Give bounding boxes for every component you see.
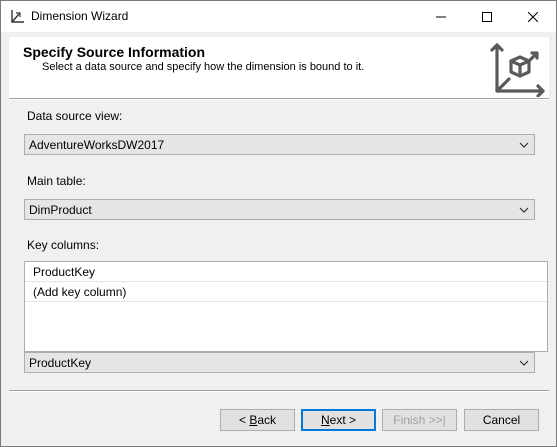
close-icon: [528, 11, 538, 22]
list-item[interactable]: (Add key column): [25, 282, 547, 302]
key-columns-list[interactable]: ProductKey (Add key column): [24, 261, 548, 352]
chevron-down-icon: [519, 142, 529, 148]
footer-separator: [9, 390, 549, 392]
close-button[interactable]: [510, 1, 556, 32]
cancel-button[interactable]: Cancel: [464, 409, 539, 431]
main-table-value: DimProduct: [29, 203, 92, 217]
minimize-icon: [436, 16, 446, 17]
next-button[interactable]: Next >: [301, 409, 376, 431]
back-button[interactable]: < Back: [220, 409, 295, 431]
minimize-button[interactable]: [418, 1, 464, 32]
key-column-value: ProductKey: [29, 356, 92, 370]
title-bar[interactable]: Dimension Wizard: [1, 1, 556, 32]
key-columns-label: Key columns:: [27, 238, 100, 252]
cube-axes-icon: [490, 43, 545, 97]
main-table-label: Main table:: [27, 174, 86, 188]
data-source-view-value: AdventureWorksDW2017: [29, 138, 165, 152]
page-subtitle: Select a data source and specify how the…: [42, 61, 365, 73]
wizard-header: Specify Source Information Select a data…: [9, 37, 549, 98]
finish-button[interactable]: Finish >>|: [382, 409, 457, 431]
list-item[interactable]: ProductKey: [25, 262, 547, 282]
header-separator: [9, 98, 549, 100]
dimension-wizard-icon: [11, 10, 24, 23]
chevron-down-icon: [519, 360, 529, 366]
chevron-down-icon: [519, 207, 529, 213]
key-column-dropdown[interactable]: ProductKey: [24, 352, 535, 373]
window-title: Dimension Wizard: [31, 9, 129, 23]
dimension-wizard-window: Dimension Wizard Specify Source Informat…: [0, 0, 557, 447]
data-source-view-label: Data source view:: [27, 109, 123, 123]
maximize-button[interactable]: [464, 1, 510, 32]
page-title: Specify Source Information: [23, 44, 206, 60]
data-source-view-dropdown[interactable]: AdventureWorksDW2017: [24, 134, 535, 155]
main-table-dropdown[interactable]: DimProduct: [24, 199, 535, 220]
maximize-icon: [482, 11, 492, 22]
